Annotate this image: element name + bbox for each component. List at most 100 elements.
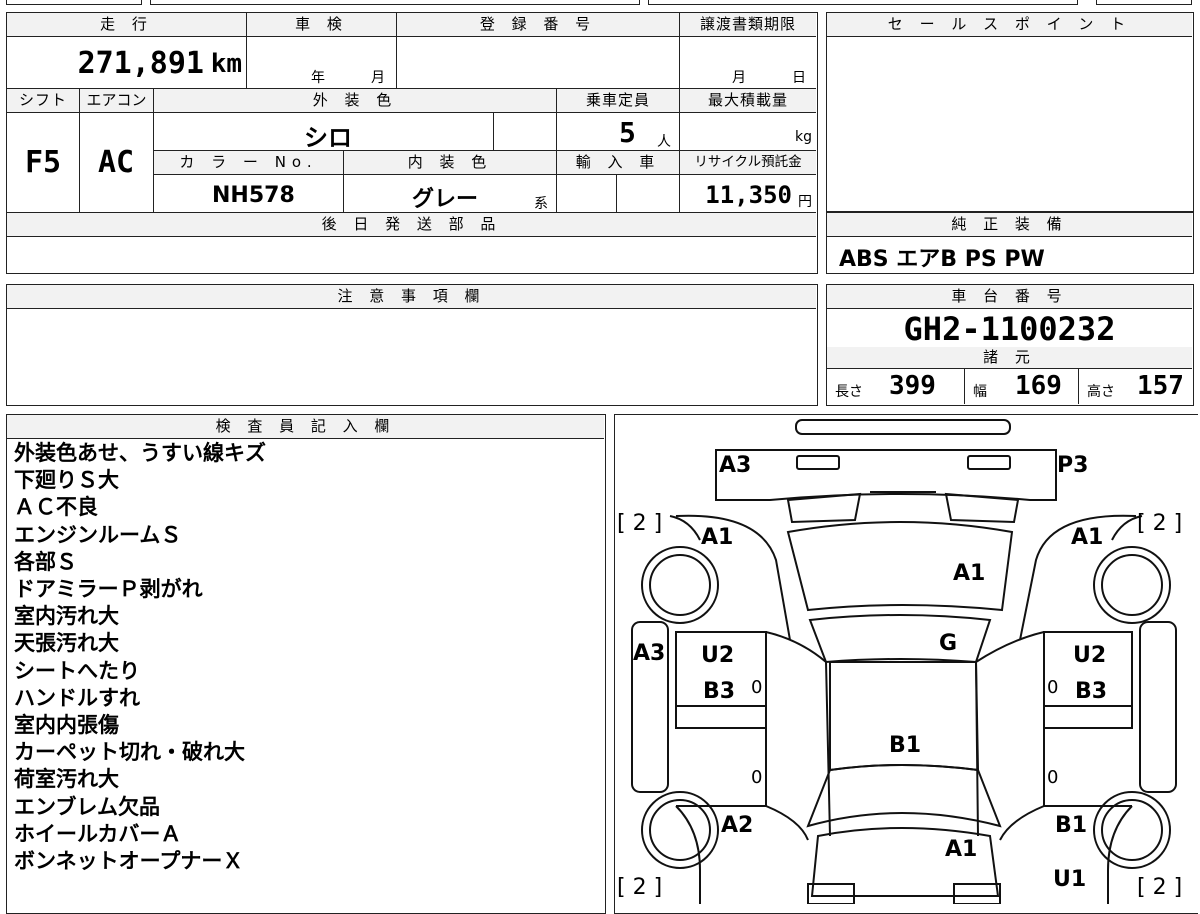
ac-value: AC [98,145,135,180]
recycle-fee-unit: 円 [798,194,812,210]
mileage-value: 271,891 [77,46,204,81]
chassis-number: GH2-1100232 [827,309,1192,348]
color-no-cell: NH578 [154,175,344,213]
interior-color-suffix: 系 [534,196,548,212]
mark-fender-front-right: A1 [1071,525,1104,550]
mark-door-front-right-1: U2 [1073,643,1107,668]
remark-line: カーペット切れ・破れ大 [14,740,245,765]
diagram-labels: [ 2 ] [ 2 ] [ 2 ] [ 2 ] A3 P3 A1 A1 A1 G… [615,415,1199,905]
transfer-day-unit: 日 [792,70,806,86]
ac-cell: AC [80,113,154,213]
spec-length-cell: 長さ 399 [827,369,965,404]
exterior-color-extra-cell [494,113,557,151]
equipment-header: 純 正 装 備 [827,213,1192,237]
mark-front-bumper-left: A3 [719,453,752,478]
top-strip-left [6,0,142,5]
remark-line: 荷室汚れ大 [14,767,119,792]
spec-height-label: 高さ [1087,384,1115,400]
transfer-deadline-cell: 月 日 [680,37,816,89]
mileage-cell: 271,891 km [7,37,247,89]
inspector-remarks: 外装色あせ、うすい線キズ 下廻りＳ大 ＡＣ不良 エンジンルームＳ 各部Ｓ ドアミ… [14,440,266,875]
remark-line: ハンドルすれ [14,685,140,710]
max-load-header: 最大積載量 [680,89,816,113]
inspector-header: 検 査 員 記 入 欄 [7,415,604,439]
mark-rear-right: U1 [1053,867,1087,892]
mark-front-bumper-right: P3 [1057,453,1089,478]
mark-door-front-left-2: B3 [703,679,736,704]
remark-line: シートへたり [14,658,140,683]
mark-zero-fl: 0 [751,677,763,698]
max-load-cell: kg [680,113,816,151]
mark-side-left: A3 [633,641,666,666]
mark-door-front-left-1: U2 [701,643,735,668]
remark-line: 外装色あせ、うすい線キズ [14,441,266,465]
import-header: 輸 入 車 [557,151,680,175]
import-cell-a [557,175,617,213]
spec-width-label: 幅 [973,384,987,400]
capacity-value: 5 [619,116,636,149]
tire-front-right: [ 2 ] [1137,511,1183,536]
car-diagram-box: [ 2 ] [ 2 ] [ 2 ] [ 2 ] A3 P3 A1 A1 A1 G… [614,414,1198,914]
remark-line: ＡＣ不良 [14,495,98,520]
remark-line: 室内汚れ大 [14,604,119,629]
spec-height-cell: 高さ 157 [1079,369,1192,404]
sales-point-box: セ ー ル ス ポ イ ン ト [826,12,1194,212]
spec-length-label: 長さ [835,384,863,400]
mark-zero-fr: 0 [1047,677,1059,698]
mark-rear: A1 [945,837,978,862]
top-strip-far [1096,0,1192,5]
remark-line: エンジンルームＳ [14,522,182,547]
notes-box: 注 意 事 項 欄 [6,284,818,406]
mileage-unit: km [210,49,242,79]
max-load-unit: kg [795,129,812,145]
capacity-header: 乗車定員 [557,89,680,113]
mark-door-front-right-2: B3 [1075,679,1108,704]
later-parts-header: 後 日 発 送 部 品 [7,213,816,237]
later-parts-area [7,237,816,272]
exterior-color-value: シロ [304,124,352,151]
remark-line: 下廻りＳ大 [14,468,119,493]
remark-line: ドアミラーＰ剥がれ [14,577,203,602]
equipment-value: ABS エアB PS PW [839,247,1045,272]
ac-header: エアコン [80,89,154,113]
exterior-color-cell: シロ [154,113,494,151]
inspection-month-unit: 月 [371,70,385,86]
chassis-header: 車 台 番 号 [827,285,1192,309]
color-no-header: カ ラ ー No. [154,151,344,175]
import-cell-b [617,175,680,213]
equipment-box: 純 正 装 備 ABS エアB PS PW [826,212,1194,274]
color-no-value: NH578 [212,183,295,208]
mark-zero-rr: 0 [1047,767,1059,788]
mark-quarter-rear-right: B1 [1055,813,1088,838]
remark-line: 室内内張傷 [14,713,119,738]
remark-line: 天張汚れ大 [14,631,119,656]
mark-hood: A1 [953,561,986,586]
mark-fender-front-left: A1 [701,525,734,550]
interior-color-cell: グレー 系 [344,175,557,213]
exterior-color-header: 外 装 色 [154,89,557,113]
remark-line: エンブレム欠品 [14,794,160,819]
spec-width-cell: 幅 169 [965,369,1079,404]
transfer-deadline-header: 譲渡書類期限 [680,13,816,37]
sales-point-header: セ ー ル ス ポ イ ン ト [827,13,1192,37]
interior-color-value: グレー [412,187,479,212]
recycle-cell: 11,350 円 [680,175,816,213]
mark-windshield: G [939,631,958,656]
notes-header: 注 意 事 項 欄 [7,285,816,309]
mark-zero-rl: 0 [751,767,763,788]
remark-line: ホイールカバーＡ [14,821,182,846]
specs-header: 諸 元 [827,347,1192,369]
shift-header: シフト [7,89,80,113]
inspection-year-unit: 年 [311,70,325,86]
shift-cell: F5 [7,113,80,213]
capacity-cell: 5 人 [557,113,680,151]
tire-rear-left: [ 2 ] [617,875,663,900]
vehicle-info-table: 走 行 車 検 登 録 番 号 譲渡書類期限 271,891 km 年 月 月 … [6,12,818,274]
top-strip-right [648,0,1078,5]
recycle-fee-value: 11,350 [705,181,792,209]
shift-value: F5 [25,145,62,180]
mileage-header: 走 行 [7,13,247,37]
remark-line: 各部Ｓ [14,549,77,574]
mark-roof: B1 [889,733,922,758]
capacity-unit: 人 [657,134,671,150]
